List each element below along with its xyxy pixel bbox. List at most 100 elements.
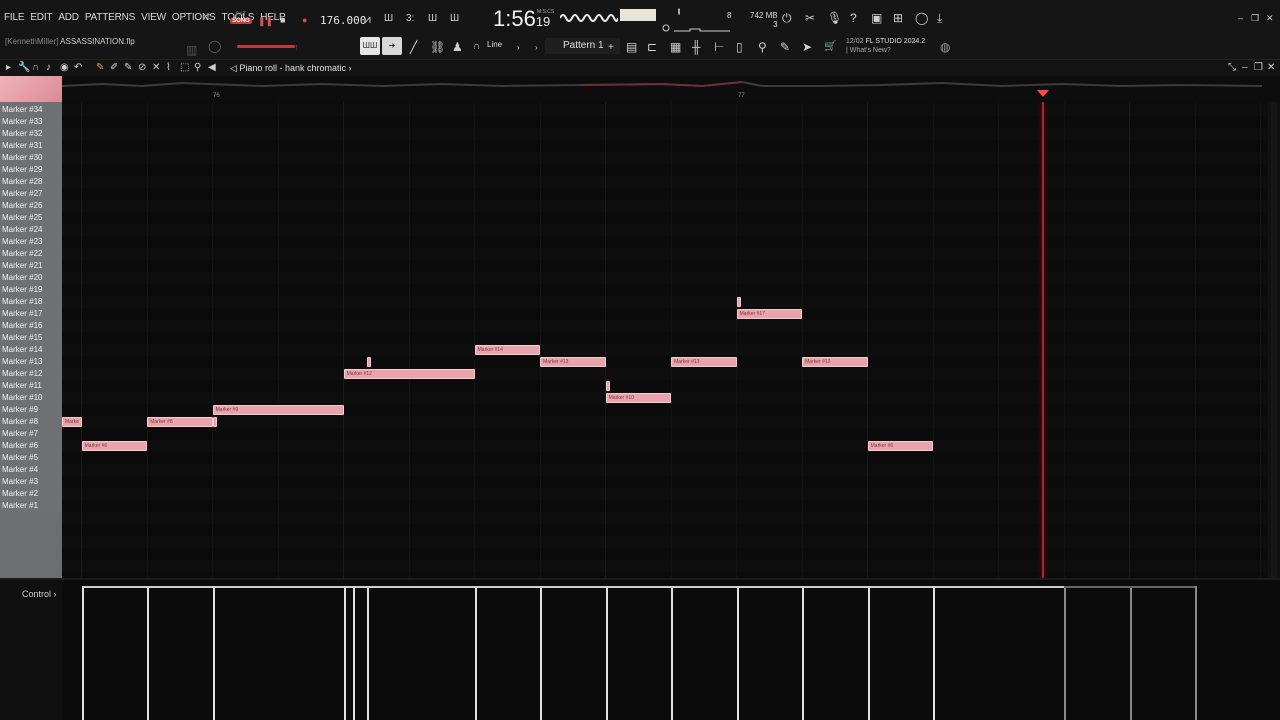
record-icon[interactable]: ● xyxy=(302,14,307,26)
menu-view[interactable]: VIEW xyxy=(141,12,166,23)
select-tool-icon[interactable]: ⬚ xyxy=(180,63,189,73)
marker-key[interactable]: Marker #9 xyxy=(0,404,62,416)
menu-edit[interactable]: EDIT xyxy=(30,12,52,23)
restore-icon[interactable]: ❐ xyxy=(1251,12,1259,24)
cut-tools-icon[interactable]: ✂ xyxy=(805,12,815,24)
marker-key[interactable]: Marker #25 xyxy=(0,212,62,224)
draw-icon[interactable]: ╱ xyxy=(410,41,417,53)
touch-keyboard-icon[interactable]: ✎ xyxy=(780,41,790,53)
note[interactable]: Marker #9 xyxy=(212,405,344,415)
stop-icon[interactable]: ■ xyxy=(280,14,285,26)
play-circle-icon[interactable]: ◉ xyxy=(60,63,69,73)
velocity-bar[interactable] xyxy=(1129,586,1132,720)
velocity-bar[interactable] xyxy=(605,586,608,720)
velocity-lane[interactable] xyxy=(62,586,1268,720)
channel-rack-icon[interactable]: ⊏ xyxy=(647,41,657,53)
pause-icon[interactable]: ❚❚ xyxy=(258,15,273,27)
playhead-line[interactable] xyxy=(1042,102,1044,578)
mixer-slot-icon[interactable]: ▥ xyxy=(186,44,197,56)
microphone-icon[interactable]: 🎙 xyxy=(827,12,842,24)
pr-minimize-icon[interactable]: – xyxy=(1242,63,1248,73)
note-icon[interactable]: ♪ xyxy=(46,63,51,73)
note[interactable]: Marker #13 xyxy=(802,357,868,367)
minimize-icon[interactable]: – xyxy=(1238,12,1243,24)
marker-key[interactable]: Marker #31 xyxy=(0,140,62,152)
marker-key[interactable]: Marker #16 xyxy=(0,320,62,332)
note-grid[interactable]: Marke Marker #6 Marker #8 Marker #9 Marker #… xyxy=(62,102,1268,578)
marker-key[interactable]: Marker #8 xyxy=(0,416,62,428)
note[interactable]: Marker #17 xyxy=(736,309,803,319)
menu-add[interactable]: ADD xyxy=(58,12,79,23)
velocity-bar[interactable] xyxy=(147,586,150,720)
mixer-icon[interactable]: ╫ xyxy=(692,41,701,53)
marker-key[interactable]: Marker #23 xyxy=(0,236,62,248)
countdown-icon[interactable]: 3: xyxy=(406,13,414,25)
velocity-bar[interactable] xyxy=(352,586,355,720)
note[interactable]: Marker #13 xyxy=(671,357,737,367)
marker-key[interactable]: Marker #1 xyxy=(0,500,62,512)
velocity-bar[interactable] xyxy=(867,586,870,720)
piano-roll-icon[interactable]: ▦ xyxy=(670,41,681,53)
marker-key[interactable]: Marker #5 xyxy=(0,452,62,464)
marker-key[interactable]: Marker #15 xyxy=(0,332,62,344)
tempo-display[interactable]: 176.000 xyxy=(320,14,366,27)
marker-key[interactable]: Marker #10 xyxy=(0,392,62,404)
velocity-bar[interactable] xyxy=(367,586,370,720)
marker-key[interactable]: Marker #18 xyxy=(0,296,62,308)
note[interactable]: Marker #6 xyxy=(81,441,148,451)
slip-tool-icon[interactable]: ✕ xyxy=(152,63,160,73)
piano-roll-title[interactable]: ◁ Piano roll - hank chromatic › xyxy=(230,63,351,74)
step-edit-icon[interactable]: Ш xyxy=(428,13,437,25)
snap-arrow-icon[interactable]: › xyxy=(517,42,520,54)
browser-icon[interactable]: ⊢ xyxy=(714,41,724,53)
song-time-display[interactable]: 1:5619 M:S:CS xyxy=(493,6,554,32)
note[interactable]: Marker #13 xyxy=(540,357,606,367)
marker-key[interactable]: Marker #3 xyxy=(0,476,62,488)
marker-key[interactable]: Marker #20 xyxy=(0,272,62,284)
velocity-bar[interactable] xyxy=(212,586,215,720)
note[interactable] xyxy=(212,417,217,427)
velocity-bar[interactable] xyxy=(81,586,84,720)
marker-key[interactable]: Marker #2 xyxy=(0,488,62,500)
velocity-bar[interactable] xyxy=(933,586,936,720)
master-volume-knob-icon[interactable]: ◯ xyxy=(208,40,221,52)
output-icon[interactable]: ➤ xyxy=(802,41,812,53)
paint-tool-icon[interactable]: ✐ xyxy=(110,63,118,73)
speaker-tool-icon[interactable]: ◀ xyxy=(208,63,216,73)
undo-icon[interactable]: ↶ xyxy=(74,63,82,73)
velocity-bar[interactable] xyxy=(540,586,543,720)
news-panel[interactable]: 12/02 FL STUDIO 2024.2 | What's New? xyxy=(846,37,925,55)
velocity-bar[interactable] xyxy=(802,586,805,720)
velocity-bar[interactable] xyxy=(1195,586,1198,720)
pattern-song-mode-button[interactable]: ШШ xyxy=(360,37,380,55)
velocity-bar[interactable] xyxy=(1064,586,1067,720)
marker-key[interactable]: Marker #30 xyxy=(0,152,62,164)
ghost-channel-corner[interactable] xyxy=(0,76,62,102)
velocity-bar[interactable] xyxy=(671,586,674,720)
slider-handle-icon[interactable]: ↑ xyxy=(294,41,299,53)
download-icon[interactable]: ⤓ xyxy=(937,12,942,24)
playlist-icon[interactable]: ▤ xyxy=(626,41,637,53)
detach-icon[interactable]: ⤡ xyxy=(1228,63,1236,73)
menu-patterns[interactable]: PATTERNS xyxy=(85,12,135,23)
plugin-icon[interactable]: ⊞ xyxy=(893,12,903,24)
wrench-icon[interactable]: 🔧 xyxy=(18,63,30,73)
output-oscilloscope[interactable] xyxy=(560,10,618,26)
wait-for-input-icon[interactable]: Ш xyxy=(384,13,393,25)
marker-key[interactable]: Marker #19 xyxy=(0,284,62,296)
marker-key[interactable]: Marker #33 xyxy=(0,116,62,128)
note[interactable]: Marker #6 xyxy=(867,441,934,451)
magnet-snap-icon[interactable]: ∩ xyxy=(32,63,39,73)
loop-record-icon[interactable]: Ш xyxy=(450,13,459,25)
marker-key[interactable]: Marker #28 xyxy=(0,176,62,188)
marker-key[interactable]: Marker #22 xyxy=(0,248,62,260)
marker-key[interactable]: Marker #32 xyxy=(0,128,62,140)
snap-selector[interactable]: Line xyxy=(487,40,502,49)
save-icon[interactable]: ▣ xyxy=(871,12,882,24)
arrow-right-button[interactable]: ➜ xyxy=(382,37,402,55)
menu-file[interactable]: FILE xyxy=(4,12,25,23)
marker-key[interactable]: Marker #6 xyxy=(0,440,62,452)
power-icon[interactable]: ⏻ xyxy=(782,12,792,24)
add-pattern-icon[interactable]: + xyxy=(608,42,614,54)
magnet-icon[interactable]: ∩ xyxy=(473,41,480,53)
